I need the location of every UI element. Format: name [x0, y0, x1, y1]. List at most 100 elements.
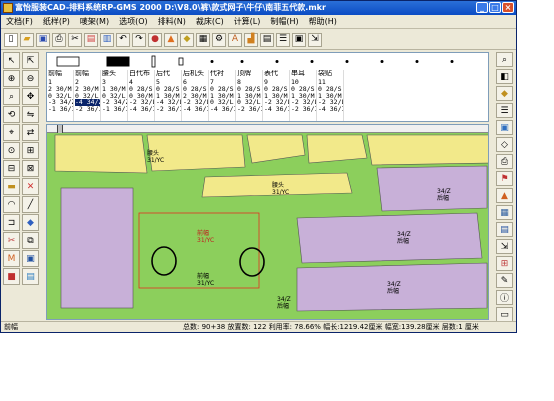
zoom-window-icon[interactable]: ⌕ — [3, 88, 20, 105]
tag-icon[interactable]: ⊞ — [496, 256, 513, 271]
redo-icon[interactable]: ↷ — [132, 32, 146, 47]
cut-piece-icon[interactable]: ✂ — [3, 232, 20, 249]
align-icon[interactable]: ⊞ — [22, 142, 39, 159]
arc-icon[interactable]: ◠ — [3, 196, 20, 213]
piece-size-row[interactable]: -4 36/I — [210, 106, 235, 113]
piece-column[interactable]: 表代 9 0 28/S 1 30/M -2 32/L -4 36/I — [263, 70, 290, 121]
settings-icon[interactable]: ⚙ — [212, 32, 226, 47]
find-icon[interactable]: ⊙ — [3, 142, 20, 159]
merge-icon[interactable]: ⊠ — [22, 160, 39, 177]
piece-column[interactable]: 后机头 6 0 28/S 2 30/M -2 32/L -4 36/I — [182, 70, 209, 121]
zoom-icon[interactable]: ● — [148, 32, 162, 47]
piece-shape[interactable] — [415, 60, 419, 63]
layout-icon[interactable]: ▣ — [292, 32, 306, 47]
piece-size-row[interactable]: -1 36/I — [102, 106, 127, 113]
table-view-icon[interactable]: ▦ — [496, 205, 513, 220]
copy-piece-icon[interactable]: ⧉ — [22, 232, 39, 249]
close-button[interactable]: × — [502, 2, 514, 13]
piece-column[interactable]: 白代布 4 0 28/S 0 30/M -2 32/L -4 36/I — [128, 70, 155, 121]
piece-shape[interactable] — [275, 60, 279, 63]
layer-view-icon[interactable]: ▤ — [496, 222, 513, 237]
list-view-icon[interactable]: ☰ — [496, 103, 513, 118]
export-view-icon[interactable]: ⇲ — [496, 239, 513, 254]
ruler-icon[interactable]: ▟ — [244, 32, 258, 47]
piece-size-row[interactable]: -4 36/I — [183, 106, 208, 113]
piece-size-row[interactable]: -4 36/I — [129, 106, 154, 113]
move-icon[interactable]: ⇄ — [22, 124, 39, 141]
pan-icon[interactable]: ✥ — [22, 88, 39, 105]
maximize-button[interactable]: □ — [489, 2, 501, 13]
piece-size-row[interactable]: -2 36/I — [237, 106, 262, 113]
menu-calculate[interactable]: 计算(L) — [229, 15, 266, 28]
piece-icon[interactable]: ◆ — [496, 86, 513, 101]
window-icon[interactable]: ▭ — [496, 307, 513, 322]
piece-column[interactable]: 袋贴 11 0 28/S 1 30/M -2 32/L -4 36/I — [317, 70, 344, 121]
piece-shape[interactable] — [380, 60, 384, 63]
print-view-icon[interactable]: ⎙ — [496, 154, 513, 169]
pointer-icon[interactable]: ⇱ — [22, 52, 39, 69]
piece-column[interactable]: 代衬 7 0 28/S 1 30/M 0 32/L -4 36/I — [209, 70, 236, 121]
print-icon[interactable]: ⎙ — [52, 32, 66, 47]
menu-cap[interactable]: 制帽(H) — [265, 15, 303, 28]
export-icon[interactable]: ⇲ — [308, 32, 322, 47]
piece-shape[interactable] — [56, 56, 80, 67]
piece-shape[interactable] — [450, 60, 454, 63]
measure-icon[interactable]: ⌖ — [3, 124, 20, 141]
open-file-icon[interactable]: ▰ — [20, 32, 34, 47]
piece-shape[interactable] — [178, 57, 184, 66]
text-icon[interactable]: A — [228, 32, 242, 47]
mark-icon[interactable]: M — [3, 250, 20, 267]
piece-shape[interactable] — [310, 60, 314, 63]
stamp-icon[interactable]: ▣ — [22, 250, 39, 267]
minimize-button[interactable]: _ — [476, 2, 488, 13]
piece-column[interactable]: 前幅 1 2 30/M 0 32/L -3 34/Z -1 36/I — [47, 70, 74, 121]
ruler-tool-icon[interactable]: ▬ — [3, 178, 20, 195]
note-icon[interactable]: ✎ — [496, 273, 513, 288]
piece-size-row[interactable]: -2 36/I — [75, 106, 100, 113]
view-icon[interactable]: ◧ — [496, 69, 513, 84]
scroll-marker[interactable] — [57, 125, 63, 133]
new-file-icon[interactable]: ▯ — [4, 32, 18, 47]
menu-cutting[interactable]: 裁床(C) — [191, 15, 229, 28]
zoom-in-icon[interactable]: ⊕ — [3, 70, 20, 87]
split-icon[interactable]: ⊟ — [3, 160, 20, 177]
pattern-icon[interactable]: ◆ — [180, 32, 194, 47]
menu-layout[interactable]: 排料(N) — [153, 15, 191, 28]
flag-icon[interactable]: ⚑ — [496, 171, 513, 186]
rotate-icon[interactable]: ⟲ — [3, 106, 20, 123]
delete-icon[interactable]: ✕ — [22, 178, 39, 195]
piece-size-row[interactable]: -4 36/I — [264, 106, 289, 113]
marker-canvas[interactable]: 腰头 31/YC 腰头 31/YC 前幅 31/YC 前幅 31/YC 34/Z… — [46, 124, 489, 320]
layer-icon[interactable]: ▤ — [22, 268, 39, 285]
piece-column[interactable]: 前幅 2 2 30/M 0 32/L -4 34/Z -2 36/I — [74, 70, 101, 121]
piece-column[interactable]: 串耳 10 0 28/S 1 30/M -2 32/L -2 36/I — [290, 70, 317, 121]
save-icon[interactable]: ▣ — [36, 32, 50, 47]
menu-marker[interactable]: 唛架(M) — [75, 15, 114, 28]
bracket-icon[interactable]: ⊐ — [3, 214, 20, 231]
piece-shape[interactable] — [345, 60, 349, 63]
color-icon[interactable]: ▲ — [164, 32, 178, 47]
info-icon[interactable]: ⓘ — [496, 290, 513, 305]
menu-file[interactable]: 文档(F) — [1, 15, 38, 28]
list-icon[interactable]: ☰ — [276, 32, 290, 47]
menu-help[interactable]: 帮助(H) — [304, 15, 342, 28]
piece-column[interactable]: 腰头 3 1 30/M 0 32/L -2 34/Z -1 36/I — [101, 70, 128, 121]
undo-icon[interactable]: ↶ — [116, 32, 130, 47]
zoom-out-icon[interactable]: ⊖ — [22, 70, 39, 87]
grid-icon[interactable]: ▦ — [196, 32, 210, 47]
cut-icon[interactable]: ✂ — [68, 32, 82, 47]
select-arrow-icon[interactable]: ↖ — [3, 52, 20, 69]
paste-icon[interactable]: ▥ — [100, 32, 114, 47]
shape-icon[interactable]: ◆ — [22, 214, 39, 231]
piece-shape[interactable] — [210, 60, 214, 63]
piece-size-row[interactable]: -2 36/I — [291, 106, 316, 113]
image-icon[interactable]: ▣ — [496, 120, 513, 135]
chart-icon[interactable]: ▲ — [496, 188, 513, 203]
table-icon[interactable]: ▤ — [260, 32, 274, 47]
flip-icon[interactable]: ⇋ — [22, 106, 39, 123]
piece-column[interactable]: 后代 5 0 28/S 1 30/M -4 32/L -2 36/I — [155, 70, 182, 121]
copy-icon[interactable]: ▤ — [84, 32, 98, 47]
menu-options[interactable]: 选项(O) — [114, 15, 153, 28]
menu-pattern[interactable]: 纸样(P) — [38, 15, 75, 28]
shape-view-icon[interactable]: ◇ — [496, 137, 513, 152]
